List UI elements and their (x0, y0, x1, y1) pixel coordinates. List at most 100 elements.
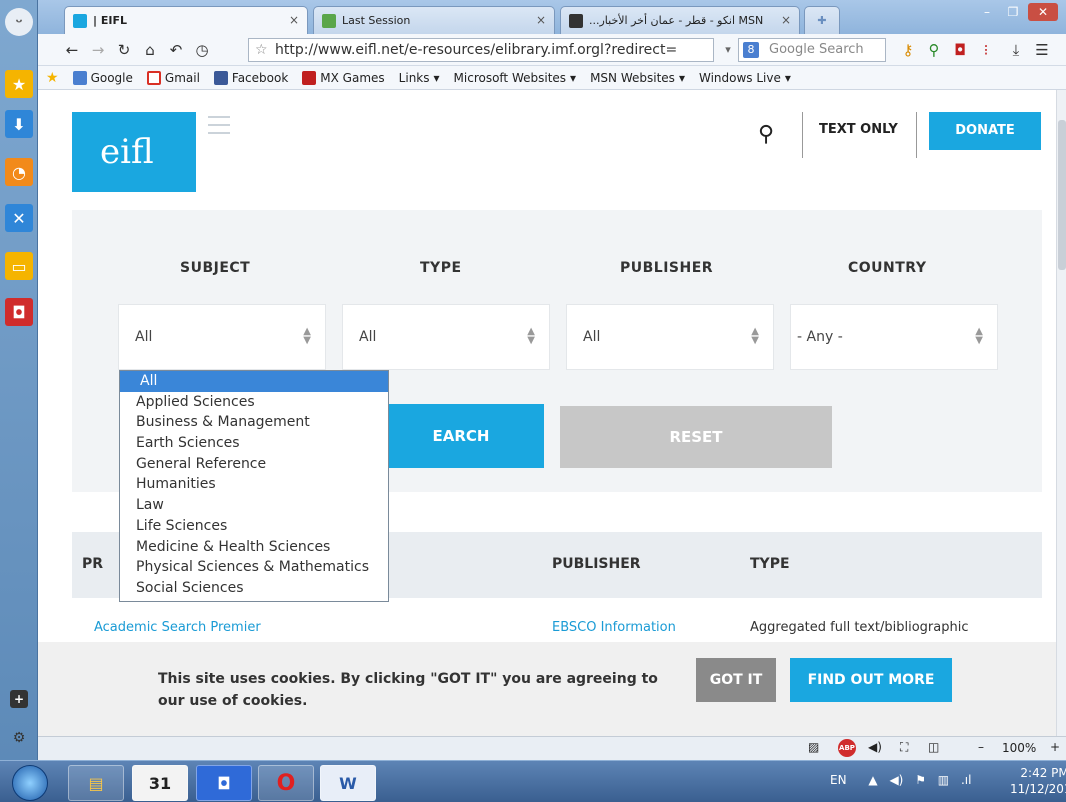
bookmark-mx-games[interactable]: MX Games (302, 70, 385, 85)
home-icon[interactable]: ⌂ (140, 40, 160, 60)
games-toolbar-icon[interactable]: ◘ (950, 40, 970, 60)
fullscreen-icon[interactable]: ⛶ (900, 740, 908, 755)
search-button-label: EARCH (432, 427, 490, 445)
language-indicator[interactable]: EN (830, 773, 847, 787)
dropdown-option[interactable]: Medicine & Health Sciences (120, 537, 388, 558)
new-tab-button[interactable]: ✚ (804, 6, 840, 34)
page-scrollbar[interactable] (1056, 90, 1066, 736)
dropdown-option[interactable]: All (120, 371, 388, 392)
bookmark-microsoft[interactable]: Microsoft Websites ▾ (454, 71, 577, 85)
hamburger-menu-icon[interactable] (208, 116, 230, 140)
download-toolbar-icon[interactable]: ⤓ (1006, 40, 1026, 60)
layout-icon[interactable]: ◫ (928, 740, 939, 754)
close-tab-icon[interactable]: × (289, 13, 299, 27)
dropdown-option[interactable]: Law (120, 495, 388, 516)
publisher-link[interactable]: EBSCO Information (552, 620, 676, 635)
reset-button[interactable]: RESET (560, 406, 832, 468)
history-clock-icon[interactable]: ◷ (192, 40, 212, 60)
got-it-button[interactable]: GOT IT (696, 658, 776, 702)
bookmark-google[interactable]: Google (72, 70, 133, 85)
bookmark-windows-live[interactable]: Windows Live ▾ (699, 71, 791, 85)
start-button[interactable] (12, 765, 48, 801)
zoom-in-button[interactable]: + (1050, 740, 1060, 754)
filter-header-type: TYPE (420, 260, 462, 276)
search-input[interactable]: 8 Google Search (738, 38, 886, 62)
close-tab-icon[interactable]: × (536, 13, 546, 27)
tray-arrow-icon[interactable]: ▲ (868, 773, 877, 787)
favorites-star-icon[interactable]: ★ (46, 70, 59, 86)
zoom-level[interactable]: 100% (1002, 741, 1036, 755)
undo-icon[interactable]: ↶ (166, 40, 186, 60)
file-explorer-icon[interactable]: ▤ (68, 765, 124, 801)
menu-icon[interactable]: ☰ (1032, 40, 1052, 60)
close-window-button[interactable]: ✕ (1028, 3, 1058, 21)
tab-last-session[interactable]: Last Session × (313, 6, 555, 34)
volume-tray-icon[interactable]: ◀) (889, 773, 903, 787)
opera-icon[interactable]: O (258, 765, 314, 801)
flag-tray-icon[interactable]: ⚑ (915, 773, 926, 787)
close-tab-icon[interactable]: × (781, 13, 791, 27)
zoom-out-button[interactable]: – (978, 740, 984, 754)
minimize-button[interactable]: – (974, 3, 1000, 21)
divider (802, 112, 803, 158)
status-icon[interactable]: ▨ (808, 740, 819, 754)
volume-icon[interactable]: ◀) (868, 740, 882, 754)
dropdown-option[interactable]: Humanities (120, 474, 388, 495)
forward-icon[interactable]: → (88, 40, 108, 60)
donate-button[interactable]: DONATE (929, 112, 1041, 150)
reload-icon[interactable]: ↻ (114, 40, 134, 60)
tools-icon[interactable]: ✕ (5, 204, 33, 232)
text-only-link[interactable]: TEXT ONLY (819, 122, 898, 137)
dropdown-option[interactable]: Social Sciences (120, 578, 388, 599)
scrollbar-thumb[interactable] (1058, 120, 1066, 270)
smiley-icon[interactable]: ᵕ (5, 8, 33, 36)
lens-icon[interactable]: ⚲ (924, 40, 944, 60)
dropdown-option[interactable]: Business & Management (120, 412, 388, 433)
dropdown-option[interactable]: Earth Sciences (120, 433, 388, 454)
find-out-more-button[interactable]: FIND OUT MORE (790, 658, 952, 702)
url-input[interactable]: ☆ http://www.eifl.net/e-resources/elibra… (248, 38, 714, 62)
tab-msn[interactable]: ...انكو - قطر - عمان أخر الأخبار MSN × (560, 6, 800, 34)
bookmark-msn[interactable]: MSN Websites ▾ (590, 71, 685, 85)
country-select[interactable]: - Any - ▲ ▼ (790, 304, 998, 370)
dropdown-option[interactable]: Physical Sciences & Mathematics (120, 557, 388, 578)
star-icon[interactable]: ★ (5, 70, 33, 98)
key-icon[interactable]: ⚷ (898, 40, 918, 60)
settings-gear-icon[interactable]: ⚙ (9, 728, 29, 748)
notification-icon[interactable]: ⁝ (976, 40, 996, 60)
download-icon[interactable]: ⬇ (5, 110, 33, 138)
dropdown-option[interactable]: Life Sciences (120, 516, 388, 537)
calendar-app-icon[interactable]: 31 (132, 765, 188, 801)
search-icon[interactable]: ⚲ (758, 122, 774, 147)
eifl-logo[interactable]: eifl (72, 112, 196, 192)
add-panel-icon[interactable]: + (10, 690, 28, 708)
back-icon[interactable]: ← (62, 40, 82, 60)
column-header-type: TYPE (750, 556, 790, 572)
type-select[interactable]: All ▲ ▼ (342, 304, 550, 370)
clock[interactable]: 2:42 PM 11/12/2018 (1010, 765, 1066, 797)
dropdown-option[interactable]: Applied Sciences (120, 392, 388, 413)
network-tray-icon[interactable]: ▥ (938, 773, 949, 787)
subject-select[interactable]: All ▲ ▼ (118, 304, 326, 370)
signal-tray-icon[interactable]: .ıl (961, 773, 971, 787)
games-icon[interactable]: ◘ (5, 298, 33, 326)
bookmark-links[interactable]: Links ▾ (399, 71, 440, 85)
publisher-select[interactable]: All ▲ ▼ (566, 304, 774, 370)
word-icon[interactable]: W (320, 765, 376, 801)
bookmark-gmail[interactable]: Gmail (146, 70, 200, 85)
bookmark-star-icon[interactable]: ☆ (255, 39, 268, 61)
bookmark-facebook[interactable]: Facebook (213, 70, 288, 85)
notes-icon[interactable]: ▭ (5, 252, 33, 280)
dropdown-option[interactable]: General Reference (120, 454, 388, 475)
maximize-button[interactable]: ❐ (1000, 3, 1026, 21)
dropdown-arrow-icon[interactable]: ▾ (718, 40, 738, 60)
app-icon[interactable]: ◘ (196, 765, 252, 801)
bookmark-label: MSN Websites (590, 70, 675, 85)
rss-icon[interactable]: ◔ (5, 158, 33, 186)
bookmark-label: Gmail (164, 70, 200, 85)
column-header-provider: PR (82, 556, 104, 572)
column-header-publisher: PUBLISHER (552, 556, 641, 572)
adblock-icon[interactable]: ABP (838, 739, 856, 757)
resource-link[interactable]: Academic Search Premier (94, 620, 261, 635)
tab-eifl[interactable]: | EIFL × (64, 6, 308, 34)
